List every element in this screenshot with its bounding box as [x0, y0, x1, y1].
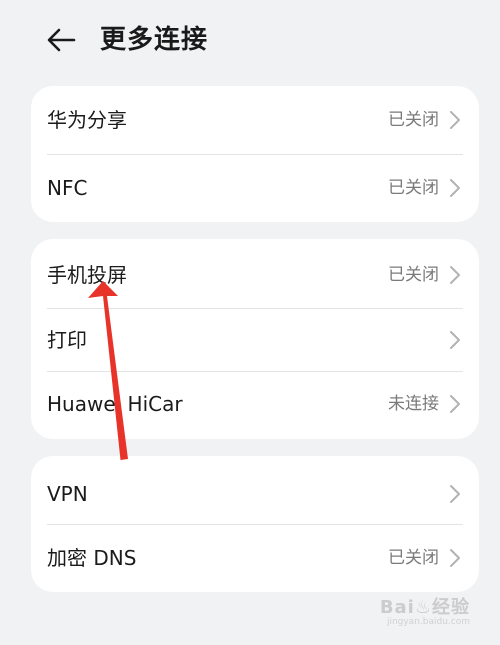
settings-card-sharing: 华为分享 已关闭 NFC 已关闭: [31, 86, 479, 222]
header-bar: 更多连接: [0, 0, 500, 80]
settings-row-print[interactable]: 打印: [31, 306, 479, 374]
row-status: 已关闭: [388, 265, 439, 285]
settings-card-devices: 手机投屏 已关闭 打印 Huawei HiCar 未连接: [31, 239, 479, 439]
watermark: Bai♨经验 jingyan.baidu.com: [380, 593, 470, 633]
row-label: 加密 DNS: [47, 546, 137, 570]
settings-row-huawei-share[interactable]: 华为分享 已关闭: [31, 86, 479, 154]
settings-row-hicar[interactable]: Huawei HiCar 未连接: [31, 370, 479, 438]
arrow-left-icon[interactable]: [44, 24, 80, 56]
row-label: 华为分享: [47, 108, 127, 132]
settings-card-network: VPN 加密 DNS 已关闭: [31, 456, 479, 592]
settings-row-vpn[interactable]: VPN: [31, 460, 479, 528]
watermark-url: jingyan.baidu.com: [386, 617, 470, 627]
watermark-logo: Bai♨经验: [379, 597, 470, 618]
row-label: 手机投屏: [47, 263, 127, 287]
row-status: 已关闭: [388, 548, 439, 568]
chevron-right-icon: [450, 111, 460, 129]
settings-row-private-dns[interactable]: 加密 DNS 已关闭: [31, 524, 479, 592]
row-label: NFC: [47, 176, 88, 200]
chevron-right-icon: [450, 266, 460, 284]
chevron-right-icon: [450, 395, 460, 413]
settings-row-screen-projection[interactable]: 手机投屏 已关闭: [31, 241, 479, 309]
row-label: VPN: [47, 482, 88, 506]
settings-row-nfc[interactable]: NFC 已关闭: [31, 154, 479, 222]
row-status: 已关闭: [388, 178, 439, 198]
row-label: Huawei HiCar: [47, 392, 183, 416]
chevron-right-icon: [450, 179, 460, 197]
chevron-right-icon: [450, 485, 460, 503]
row-status: 未连接: [388, 394, 439, 414]
chevron-right-icon: [450, 331, 460, 349]
page-title: 更多连接: [100, 25, 209, 55]
row-status: 已关闭: [388, 110, 439, 130]
row-label: 打印: [47, 328, 87, 352]
chevron-right-icon: [450, 549, 460, 567]
